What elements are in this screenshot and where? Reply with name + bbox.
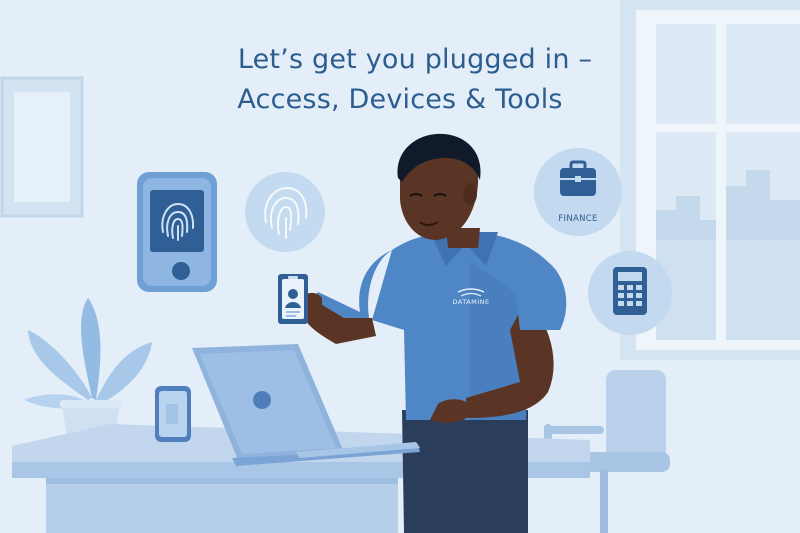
page-heading: Let’s get you plugged in – Access, Devic… bbox=[0, 40, 800, 120]
calculator-icon bbox=[588, 251, 672, 335]
biometric-circle-icon bbox=[245, 172, 325, 252]
id-badge-icon bbox=[278, 274, 308, 324]
heading-line-2: Access, Devices & Tools bbox=[237, 84, 563, 115]
illustration-scene: Let’s get you plugged in – Access, Devic… bbox=[0, 0, 800, 533]
fingerprint-phone-icon bbox=[137, 172, 217, 292]
finance-label: FINANCE bbox=[558, 214, 598, 224]
smartphone bbox=[155, 386, 191, 442]
shirt-logo-text: DATAMINE bbox=[452, 298, 490, 306]
heading-line-1: Let’s get you plugged in – bbox=[237, 44, 593, 75]
